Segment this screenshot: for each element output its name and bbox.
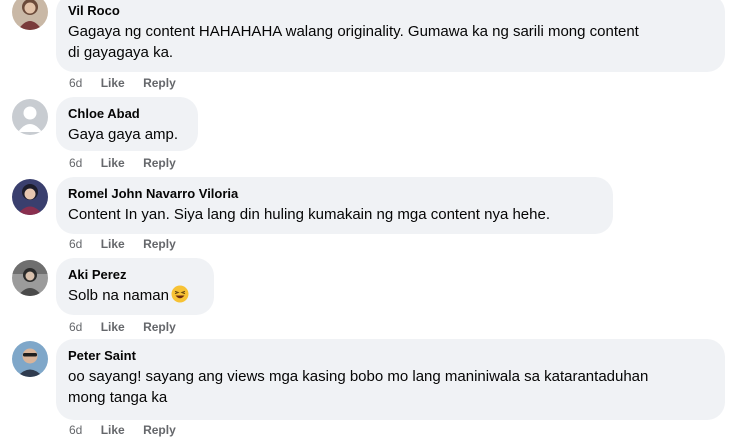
avatar[interactable] xyxy=(12,0,48,30)
comment-timestamp[interactable]: 6d xyxy=(69,423,82,437)
comment-text: Solb na naman xyxy=(68,285,202,309)
comment-timestamp[interactable]: 6d xyxy=(69,320,82,334)
profile-photo-icon xyxy=(12,341,48,377)
like-button[interactable]: Like xyxy=(101,156,125,170)
comment-author[interactable]: Aki Perez xyxy=(68,266,202,283)
comment-actions: 6d Like Reply xyxy=(69,319,191,335)
profile-photo-icon xyxy=(12,0,48,30)
avatar[interactable] xyxy=(12,260,48,296)
reply-button[interactable]: Reply xyxy=(143,423,176,437)
comment-bubble: Romel John Navarro Viloria Content In ya… xyxy=(56,177,613,234)
like-button[interactable]: Like xyxy=(101,76,125,90)
reply-button[interactable]: Reply xyxy=(143,156,176,170)
reply-button[interactable]: Reply xyxy=(143,320,176,334)
like-button[interactable]: Like xyxy=(101,237,125,251)
laughing-emoji-icon xyxy=(171,285,189,309)
comment-text: Content In yan. Siya lang din huling kum… xyxy=(68,206,550,223)
comment-bubble: Peter Saint oo sayang! sayang ang views … xyxy=(56,339,725,420)
comment-actions: 6d Like Reply xyxy=(69,236,191,252)
avatar[interactable] xyxy=(12,341,48,377)
like-button[interactable]: Like xyxy=(101,320,125,334)
comment-timestamp[interactable]: 6d xyxy=(69,156,82,170)
profile-photo-icon xyxy=(12,179,48,215)
avatar[interactable] xyxy=(12,179,48,215)
profile-photo-icon xyxy=(12,260,48,296)
comment-text-content: Solb na naman xyxy=(68,287,169,304)
comment-timestamp[interactable]: 6d xyxy=(69,237,82,251)
comment-bubble: Vil Roco Gagaya ng content HAHAHAHA wala… xyxy=(56,0,725,72)
default-avatar-icon xyxy=(12,99,48,135)
reply-button[interactable]: Reply xyxy=(143,237,176,251)
comment-author[interactable]: Romel John Navarro Viloria xyxy=(68,185,601,202)
comment-text: Gagaya ng content HAHAHAHA walang origin… xyxy=(68,23,639,61)
comment-list: Vil Roco Gagaya ng content HAHAHAHA wala… xyxy=(0,0,750,440)
comment-bubble: Chloe Abad Gaya gaya amp. xyxy=(56,97,198,151)
comment-author[interactable]: Vil Roco xyxy=(68,2,713,19)
avatar[interactable] xyxy=(12,99,48,135)
comment-text: oo sayang! sayang ang views mga kasing b… xyxy=(68,368,649,406)
comment-actions: 6d Like Reply xyxy=(69,422,191,438)
comment-text: Gaya gaya amp. xyxy=(68,126,179,143)
comment-author[interactable]: Peter Saint xyxy=(68,347,713,364)
comment-actions: 6d Like Reply xyxy=(69,155,191,171)
reply-button[interactable]: Reply xyxy=(143,76,176,90)
comment-bubble: Aki Perez Solb na naman xyxy=(56,258,214,315)
comment-actions: 6d Like Reply xyxy=(69,75,191,91)
comment-author[interactable]: Chloe Abad xyxy=(68,105,186,122)
comment-timestamp[interactable]: 6d xyxy=(69,76,82,90)
like-button[interactable]: Like xyxy=(101,423,125,437)
